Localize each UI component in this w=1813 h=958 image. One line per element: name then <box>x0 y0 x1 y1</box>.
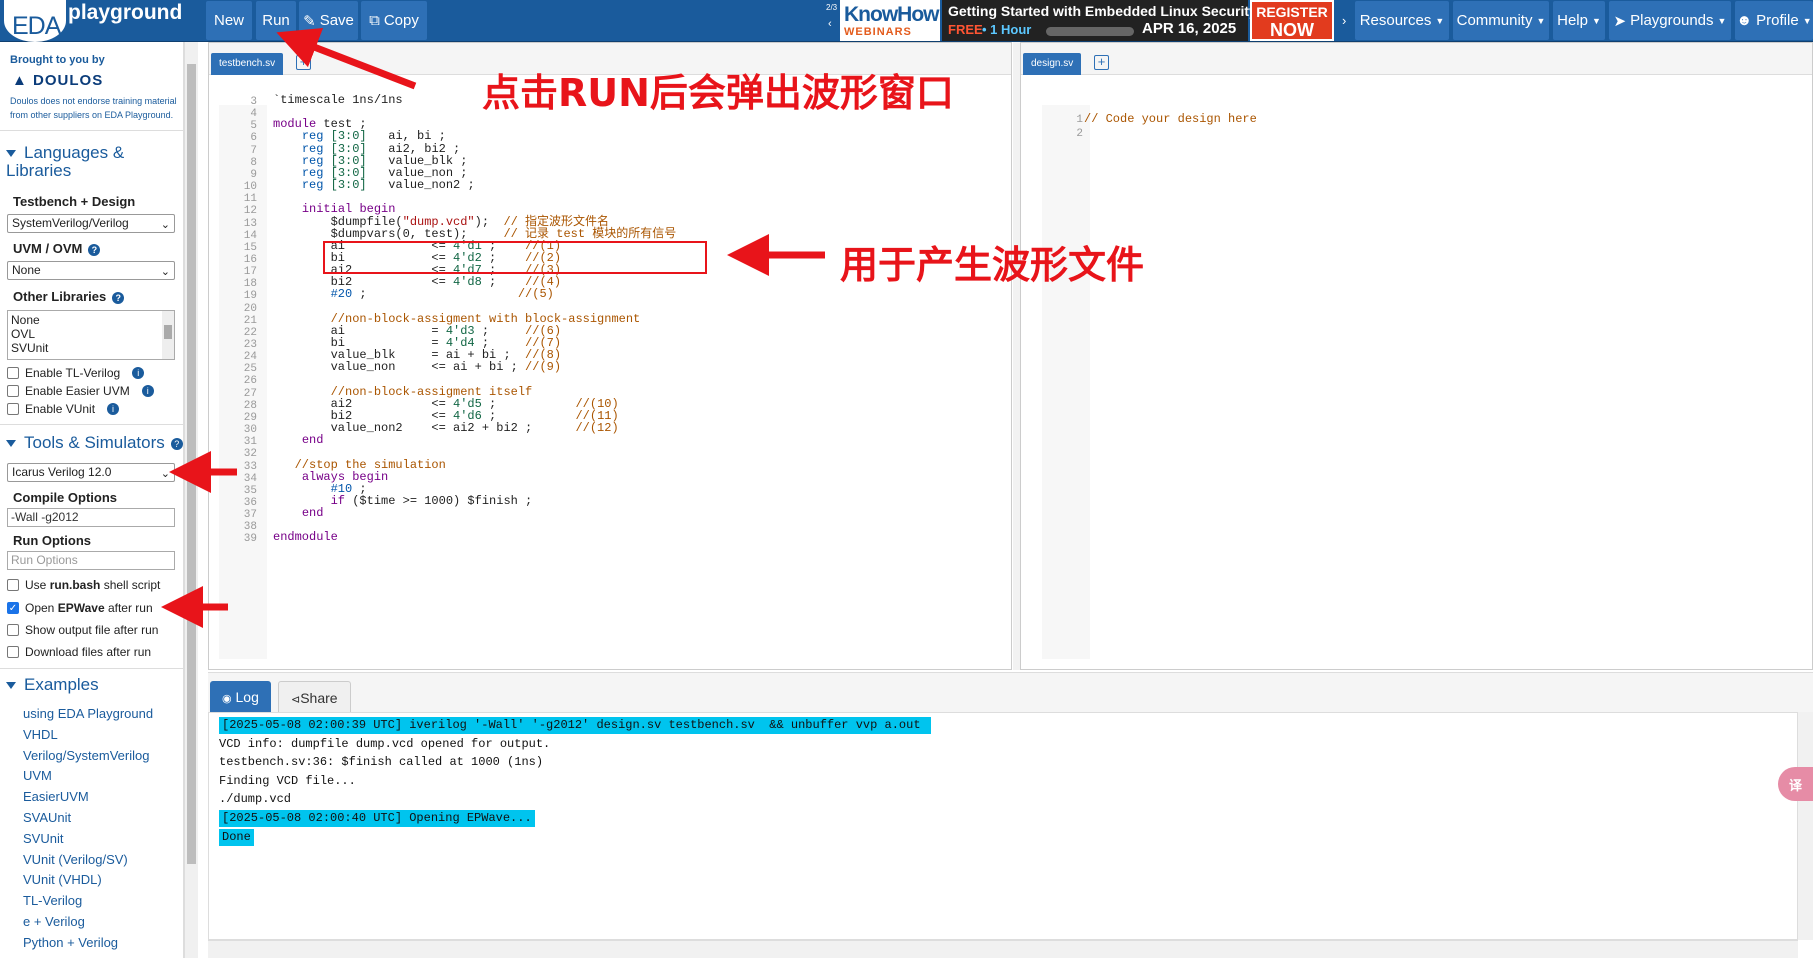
arrow-to-run-button <box>276 27 417 90</box>
annotation-arrows <box>161 27 825 628</box>
translate-extension-button[interactable]: 译 <box>1778 767 1813 801</box>
translate-icon: 译 <box>1788 777 1802 793</box>
